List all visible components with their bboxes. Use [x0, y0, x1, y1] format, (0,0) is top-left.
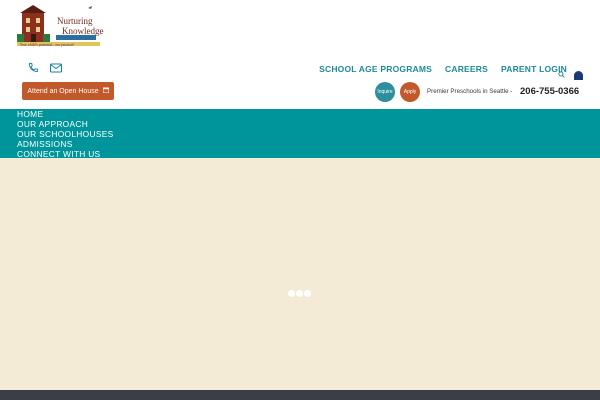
site-header: Nurturing Knowledge Your child's potenti…: [0, 0, 600, 109]
calendar-icon: [102, 87, 109, 95]
logo-tagline: Your child's potential...our passion!: [20, 43, 75, 47]
email-icon[interactable]: [50, 63, 62, 73]
loading-indicator: [288, 290, 311, 297]
top-nav: SCHOOL AGE PROGRAMS CAREERS PARENT LOGIN: [319, 64, 567, 74]
top-nav-careers[interactable]: CAREERS: [445, 64, 488, 74]
main-nav-list: HOME OUR APPROACH OUR SCHOOLHOUSES ADMIS…: [17, 109, 113, 159]
logo-title-line2: Knowledge: [62, 26, 104, 36]
loader-dot: [304, 290, 311, 297]
footer-bar: [0, 390, 600, 400]
loader-dot: [288, 290, 295, 297]
main-nav-home[interactable]: HOME: [17, 109, 113, 119]
search-icon[interactable]: [558, 65, 565, 83]
content-area: [0, 158, 600, 390]
open-house-button[interactable]: Attend an Open House: [22, 82, 114, 100]
inquire-button[interactable]: Inquire: [375, 82, 395, 102]
main-nav-our-schoolhouses[interactable]: OUR SCHOOLHOUSES: [17, 129, 113, 139]
main-nav: HOME OUR APPROACH OUR SCHOOLHOUSES ADMIS…: [0, 109, 600, 159]
top-nav-school-age-programs[interactable]: SCHOOL AGE PROGRAMS: [319, 64, 432, 74]
apply-button[interactable]: Apply: [400, 82, 420, 102]
accessibility-badge[interactable]: [574, 71, 583, 80]
header-tagline: Premier Preschools in Seattle -: [427, 88, 513, 95]
phone-number[interactable]: 206-755-0366: [520, 86, 579, 97]
phone-icon[interactable]: [28, 62, 39, 73]
apply-label: Apply: [403, 89, 417, 95]
open-house-label: Attend an Open House: [27, 87, 99, 95]
contact-icons: [28, 62, 62, 73]
main-nav-admissions[interactable]: ADMISSIONS: [17, 139, 113, 149]
main-nav-our-approach[interactable]: OUR APPROACH: [17, 119, 113, 129]
logo-title-line1: Nurturing: [57, 16, 93, 26]
loader-dot: [296, 290, 303, 297]
inquire-label: Inquire: [377, 89, 393, 95]
page: Nurturing Knowledge Your child's potenti…: [0, 0, 600, 400]
school-logo[interactable]: Nurturing Knowledge Your child's potenti…: [16, 4, 104, 50]
